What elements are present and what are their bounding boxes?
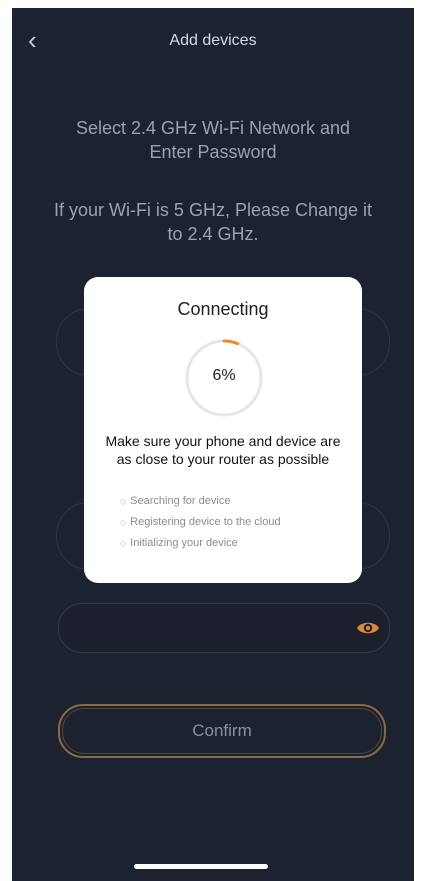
connection-steps: ◇ Searching for device ◇ Registering devic… — [120, 491, 281, 554]
confirm-button[interactable]: Confirm — [58, 704, 386, 758]
eye-icon[interactable] — [355, 616, 381, 640]
progress-ring: 6% — [182, 336, 266, 420]
home-indicator — [134, 864, 268, 869]
dialog-title: Connecting — [177, 299, 269, 319]
step-item: ◇ Registering device to the cloud — [120, 516, 281, 528]
connecting-dialog: Connecting 6% Make sure your phone and d… — [84, 277, 362, 583]
instruction-headline: Select 2.4 GHz Wi-Fi Network and Enter P… — [75, 118, 351, 162]
page-title: Add devices — [169, 32, 257, 49]
step-bullet-icon: ◇ — [120, 497, 127, 506]
progress-percent: 6% — [212, 367, 236, 384]
app-screen: ‹ Add devices Select 2.4 GHz Wi-Fi Netwo… — [12, 8, 414, 881]
step-item: ◇ Initializing your device — [120, 537, 238, 549]
step-item: ◇ Searching for device — [120, 495, 231, 507]
step-bullet-icon: ◇ — [120, 518, 127, 527]
dialog-message: Make sure your phone and device are as c… — [105, 433, 341, 467]
password-field[interactable] — [58, 603, 390, 653]
step-bullet-icon: ◇ — [120, 539, 127, 548]
instruction-subline: If your Wi-Fi is 5 GHz, Please Change it… — [53, 200, 373, 244]
